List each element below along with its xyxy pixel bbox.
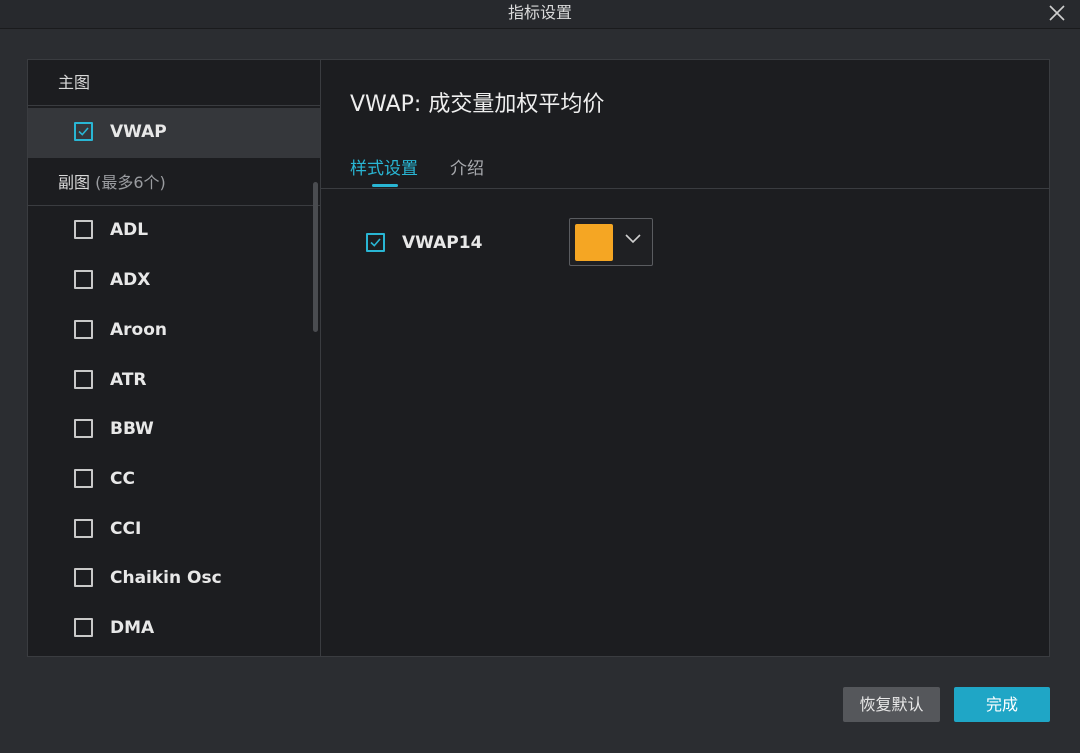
- sub-chart-header-note: (最多6个): [95, 173, 166, 192]
- list-item-label: BBW: [110, 419, 154, 439]
- list-item-label: CC: [110, 469, 135, 489]
- indicator-settings-dialog: 指标设置 主图 VWAP 副图 (最多6个) ADL ADX Aroon ATR…: [0, 0, 1080, 753]
- checkbox-icon[interactable]: [74, 469, 93, 488]
- list-item-adx[interactable]: ADX: [28, 256, 320, 306]
- main-chart-header-label: 主图: [58, 73, 91, 92]
- list-item-cc[interactable]: CC: [28, 455, 320, 505]
- sub-chart-header: 副图 (最多6个): [28, 160, 320, 206]
- checkbox-icon[interactable]: [74, 519, 93, 538]
- setting-label: VWAP14: [402, 233, 483, 253]
- tab-style-settings[interactable]: 样式设置: [350, 154, 418, 179]
- color-swatch: [575, 224, 613, 261]
- main-chart-header: 主图: [28, 60, 320, 106]
- checkbox-icon[interactable]: [74, 618, 93, 637]
- list-item-label: Chaikin Osc: [110, 568, 222, 588]
- list-item-label: ATR: [110, 370, 147, 390]
- list-item-cci[interactable]: CCI: [28, 505, 320, 555]
- checkbox-icon[interactable]: [74, 568, 93, 587]
- checkbox-icon[interactable]: [74, 419, 93, 438]
- list-item-chaikin-osc[interactable]: Chaikin Osc: [28, 554, 320, 604]
- list-scrollbar[interactable]: [313, 182, 318, 332]
- chevron-down-icon: [625, 234, 641, 244]
- settings-panel: 主图 VWAP 副图 (最多6个) ADL ADX Aroon ATR BBW …: [27, 59, 1050, 657]
- list-item-label: DMA: [110, 618, 155, 638]
- indicator-detail: VWAP: 成交量加权平均价 样式设置 介绍 VWAP14: [320, 60, 1049, 656]
- checkbox-icon[interactable]: [74, 370, 93, 389]
- list-item-label: ADL: [110, 220, 149, 240]
- active-tab-indicator: [372, 184, 398, 187]
- list-item-label: ADX: [110, 270, 151, 290]
- color-picker[interactable]: [569, 218, 653, 266]
- checkbox-icon[interactable]: [74, 270, 93, 289]
- list-item-bbw[interactable]: BBW: [28, 405, 320, 455]
- window-title: 指标设置: [507, 3, 572, 22]
- list-item-label: CCI: [110, 519, 142, 539]
- tab-introduction[interactable]: 介绍: [450, 154, 484, 179]
- list-item-atr[interactable]: ATR: [28, 356, 320, 406]
- list-item-label: VWAP: [110, 122, 167, 142]
- indicator-title: VWAP: 成交量加权平均价: [350, 92, 605, 117]
- sub-chart-header-label: 副图: [58, 173, 91, 192]
- indicator-list: 主图 VWAP 副图 (最多6个) ADL ADX Aroon ATR BBW …: [28, 60, 321, 656]
- checkbox-icon[interactable]: [74, 220, 93, 239]
- checkbox-icon[interactable]: [366, 233, 385, 252]
- list-item-vwap[interactable]: VWAP: [28, 108, 320, 158]
- setting-row-vwap14: VWAP14: [320, 218, 1049, 268]
- list-item-dma[interactable]: DMA: [28, 604, 320, 654]
- checkbox-icon[interactable]: [74, 320, 93, 339]
- detail-tabs: 样式设置 介绍: [320, 146, 1049, 189]
- checkbox-icon[interactable]: [74, 122, 93, 141]
- list-item-label: Aroon: [110, 320, 168, 340]
- list-item-adl[interactable]: ADL: [28, 206, 320, 256]
- reset-default-button[interactable]: 恢复默认: [843, 687, 940, 722]
- done-button[interactable]: 完成: [954, 687, 1050, 722]
- close-icon[interactable]: [1048, 4, 1066, 22]
- title-bar: 指标设置: [0, 0, 1080, 29]
- list-item-aroon[interactable]: Aroon: [28, 306, 320, 356]
